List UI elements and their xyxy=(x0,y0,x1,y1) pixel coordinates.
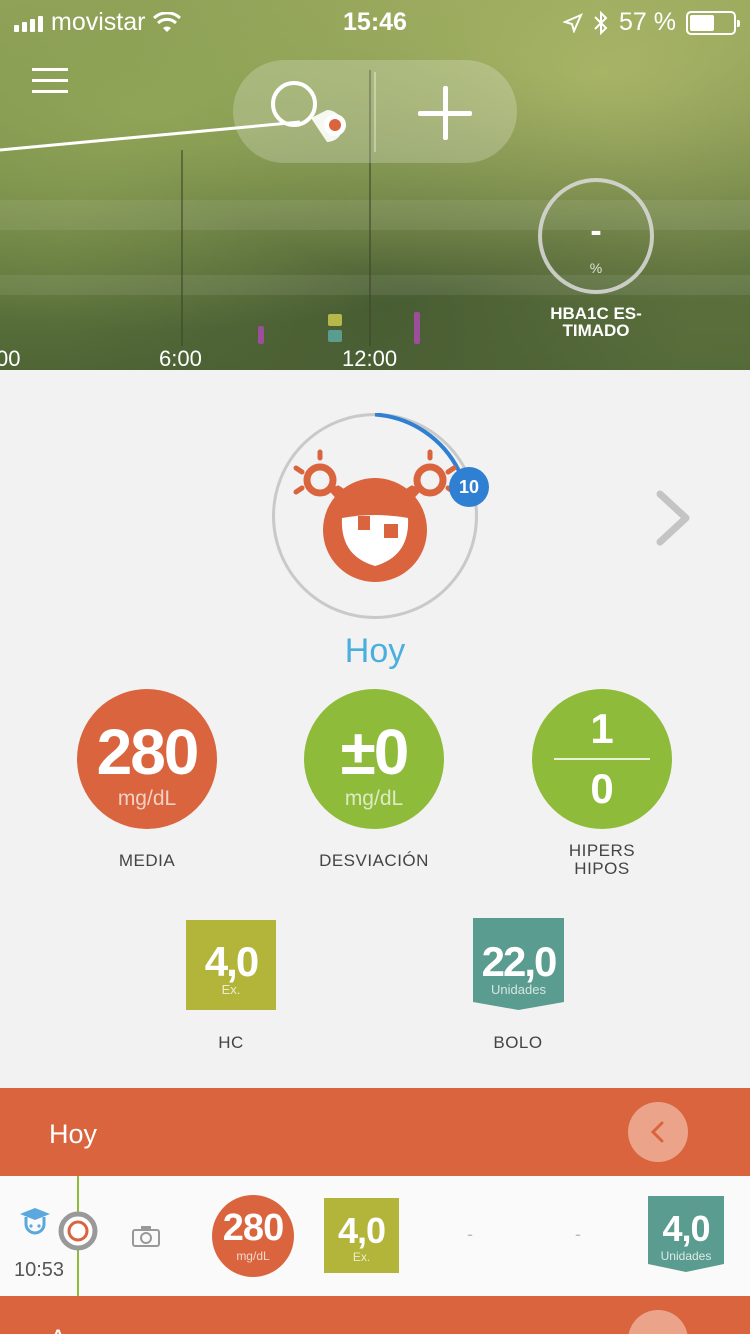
fraction-divider xyxy=(554,758,650,760)
period-label: Hoy xyxy=(344,632,406,670)
add-icon[interactable] xyxy=(418,86,472,140)
log-glucose-circle[interactable]: 280 mg/dL xyxy=(212,1195,294,1277)
hba1c-value: - xyxy=(590,212,602,250)
next-section-title: A xyxy=(49,1324,67,1334)
bolo-tile[interactable]: 22,0 Unidades xyxy=(473,920,564,1010)
log-col-a: - xyxy=(467,1224,473,1244)
monster-avatar-icon[interactable] xyxy=(290,448,460,588)
hba1c-unit: % xyxy=(589,260,603,276)
log-section-header[interactable]: Hoy xyxy=(0,1088,750,1176)
hc-label: HC xyxy=(218,1033,244,1052)
log-section-title: Hoy xyxy=(49,1119,98,1149)
menu-icon[interactable] xyxy=(32,68,68,94)
carbs-marker[interactable] xyxy=(328,314,342,326)
battery-icon xyxy=(686,10,740,35)
hc-unit: Ex. xyxy=(221,982,241,997)
log-carbs-unit: Ex. xyxy=(352,1250,371,1264)
hipos-label: HIPOS xyxy=(574,859,630,878)
media-label: MEDIA xyxy=(118,851,176,870)
next-collapse-button[interactable] xyxy=(628,1310,688,1334)
media-value: 280 xyxy=(96,716,200,788)
desviacion-value: ±0 xyxy=(340,716,410,788)
hipers-hipos-circle[interactable]: 1 0 xyxy=(532,689,672,829)
axis-label-0: 00 xyxy=(0,346,21,370)
bolo-value: 22,0 xyxy=(481,938,558,985)
location-icon xyxy=(563,12,583,33)
log-insulin-unit: Unidades xyxy=(660,1249,712,1263)
hipers-label: HIPERS xyxy=(568,841,636,860)
gridline-6 xyxy=(181,150,183,346)
axis-label-12: 12:00 xyxy=(342,346,398,370)
chevron-right-icon[interactable] xyxy=(648,488,698,548)
log-col-b: - xyxy=(575,1224,581,1244)
bolo-unit: Unidades xyxy=(491,982,546,997)
hc-value: 4,0 xyxy=(204,938,259,985)
hba1c-label: HBA1C ES- TIMADO xyxy=(550,304,642,340)
log-carbs-tile[interactable]: 4,0 Ex. xyxy=(324,1198,399,1273)
hc-tile[interactable]: 4,0 Ex. xyxy=(186,920,276,1010)
collapse-button[interactable] xyxy=(628,1102,688,1162)
graph-controls xyxy=(233,60,517,163)
pill-divider xyxy=(374,72,376,152)
desviacion-label: DESVIACIÓN xyxy=(319,851,429,870)
chevron-left-icon xyxy=(650,1121,664,1143)
education-icon xyxy=(20,1208,50,1235)
log-insulin-tile[interactable]: 4,0 Unidades xyxy=(648,1196,724,1272)
glucose-cursor-icon[interactable] xyxy=(269,80,359,150)
media-unit: mg/dL xyxy=(117,787,177,810)
log-glucose-unit: mg/dL xyxy=(236,1249,270,1263)
hipers-value: 1 xyxy=(590,705,614,752)
log-entry-time: 10:53 xyxy=(14,1259,65,1281)
bolo-label: BOLO xyxy=(493,1033,543,1052)
log-carbs-value: 4,0 xyxy=(337,1210,386,1251)
media-circle[interactable]: 280 mg/dL xyxy=(77,689,217,829)
desviacion-unit: mg/dL xyxy=(344,787,404,810)
glucose-graph[interactable]: 00 6:00 12:00 movistar 15:46 57 % - % HB… xyxy=(0,0,750,370)
level-badge: 10 xyxy=(449,467,489,507)
desviacion-circle[interactable]: ±0 mg/dL xyxy=(304,689,444,829)
event-marker[interactable] xyxy=(258,326,264,344)
event-marker[interactable] xyxy=(414,312,420,344)
glucose-entry-icon xyxy=(58,1211,98,1251)
camera-icon[interactable] xyxy=(132,1225,160,1247)
log-glucose-value: 280 xyxy=(222,1207,284,1249)
bluetooth-icon xyxy=(594,10,608,35)
insulin-marker[interactable] xyxy=(328,330,342,342)
log-insulin-value: 4,0 xyxy=(662,1208,710,1249)
axis-label-6: 6:00 xyxy=(159,346,202,370)
hipos-value: 0 xyxy=(590,765,614,812)
status-bar: movistar 15:46 57 % xyxy=(0,0,750,40)
battery-percent: 57 % xyxy=(619,8,676,36)
next-section-header[interactable]: A xyxy=(0,1296,750,1334)
hba1c-circle[interactable]: - % xyxy=(538,178,654,294)
